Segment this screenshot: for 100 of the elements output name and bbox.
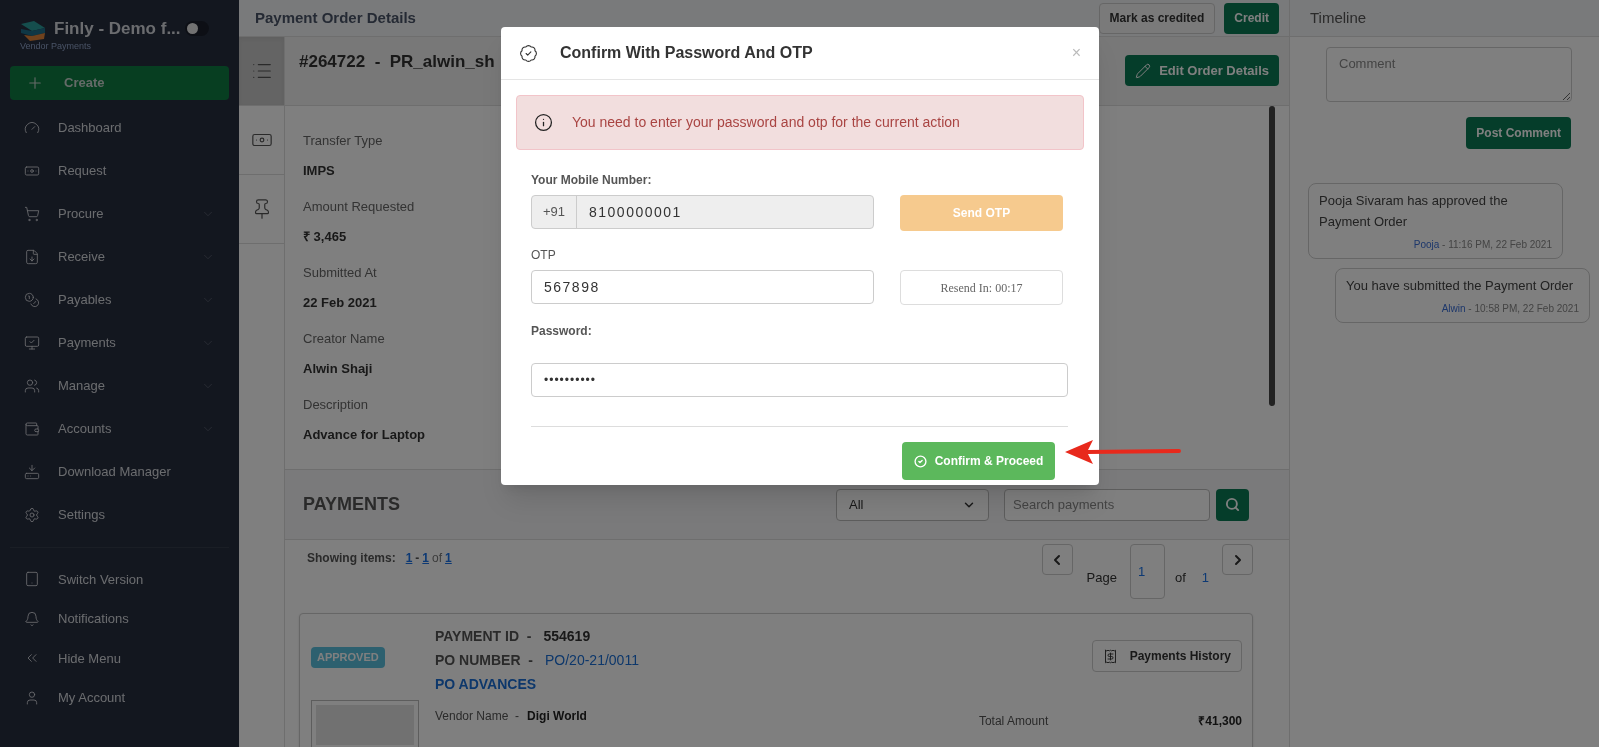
monitor-icon (24, 335, 40, 351)
sidebar-item[interactable]: Settings (0, 493, 239, 537)
users-icon (24, 378, 40, 394)
page-of-text: of (1174, 569, 1186, 587)
sidebar-item[interactable]: My Account (0, 678, 239, 718)
comment-field[interactable]: Comment (1326, 47, 1572, 102)
password-field[interactable]: •••••••••• (531, 363, 1068, 397)
page-label: Page (1086, 569, 1117, 587)
entry-text: Pooja Sivaram has approved the Payment Order (1319, 192, 1509, 231)
entry-text: You have submitted the Payment Order (1346, 277, 1575, 295)
mark-credited-button[interactable]: Mark as credited (1098, 2, 1216, 34)
entry-author: Alwin (1441, 302, 1466, 316)
banknote-icon (24, 163, 40, 179)
sidebar-item[interactable]: Payables (0, 278, 239, 322)
otp-label: OTP (531, 247, 557, 264)
sidebar-item[interactable]: Procure (0, 192, 239, 236)
field-value: IMPS (303, 161, 335, 180)
create-button[interactable]: Create (10, 65, 229, 100)
check-circle-icon (913, 454, 927, 468)
po-number-link[interactable]: PO/20-21/0011 (545, 650, 639, 671)
page-field[interactable]: 1 (1129, 544, 1165, 599)
entry-time: - 10:58 PM, 22 Feb 2021 (1467, 302, 1579, 316)
alert-message: You need to enter your password and otp for the current action (572, 113, 960, 132)
download-file-icon (24, 249, 40, 265)
country-code: +91 (532, 196, 577, 228)
payment-id: 554619 (543, 627, 591, 646)
post-comment-button[interactable]: Post Comment (1466, 117, 1571, 149)
bell-icon (24, 610, 40, 627)
section-title: PAYMENTS (303, 493, 401, 516)
field-value: ₹ 3,465 (303, 227, 347, 246)
total-link[interactable]: 1 (445, 549, 452, 567)
page-title: Payment Order Details (255, 7, 416, 28)
field-value: 22 Feb 2021 (303, 293, 377, 312)
status-badge: APPROVED (311, 647, 385, 668)
sidebar-item[interactable]: Payments (0, 321, 239, 365)
total-amount: ₹41,300 (1198, 713, 1242, 730)
brand-subtitle: Vendor Payments (19, 40, 93, 53)
modal-title: Confirm With Password And OTP (560, 43, 813, 63)
sidebar-item[interactable]: Hide Menu (0, 638, 239, 678)
toggle-switch[interactable] (184, 21, 209, 37)
coins-icon (24, 292, 40, 308)
otp-field[interactable]: 567898 (531, 270, 874, 304)
confirm-button[interactable]: Confirm & Proceed (902, 442, 1055, 480)
vendor-label: Vendor Name - (435, 708, 520, 725)
timeline-title: Timeline (1310, 7, 1367, 28)
po-type: PO ADVANCES (435, 675, 538, 694)
user-icon (24, 689, 40, 706)
range-end-link[interactable]: 1 (422, 549, 430, 567)
search-button[interactable] (1216, 488, 1249, 521)
password-label: Password: (531, 323, 593, 340)
mobile-value: 8100000001 (589, 202, 682, 222)
search-icon (1225, 497, 1240, 512)
order-title: #264722 - PR_alwin_sh (299, 51, 495, 73)
sidebar-item[interactable]: Switch Version (0, 559, 239, 599)
field-label: Submitted At (303, 264, 377, 282)
receipt-icon (1102, 648, 1118, 664)
settings-icon (24, 507, 40, 523)
entry-author: Pooja (1413, 238, 1440, 252)
cart-icon (24, 206, 40, 222)
sidebar-item[interactable]: Notifications (0, 599, 239, 639)
tablet-icon (24, 571, 40, 588)
download-tray-icon (24, 464, 40, 480)
vendor-name: Digi World (527, 708, 587, 725)
dash-text: - (415, 550, 420, 567)
page-total: 1 (1201, 569, 1209, 587)
of-text: of (432, 550, 443, 567)
mobile-field[interactable]: +91 8100000001 (531, 195, 874, 229)
search-field[interactable]: Search payments (1004, 488, 1210, 521)
payment-id-label: PAYMENT ID - (435, 627, 532, 646)
sidebar-item[interactable]: Accounts (0, 407, 239, 451)
field-label: Creator Name (303, 330, 385, 348)
credit-button[interactable]: Credit (1224, 2, 1279, 34)
filter-select[interactable]: All (836, 488, 989, 521)
field-label: Description (303, 396, 369, 414)
field-label: Amount Requested (303, 198, 415, 216)
close-button[interactable]: × (1071, 45, 1081, 61)
payments-history-button[interactable]: Payments History (1091, 640, 1242, 672)
info-icon (534, 113, 553, 132)
field-value: Alwin Shaji (303, 359, 373, 378)
sidebar-item[interactable]: Request (0, 149, 239, 193)
wallet-icon (24, 421, 40, 437)
sidebar-item[interactable]: Receive (0, 235, 239, 279)
total-amount-label: Total Amount (978, 713, 1049, 730)
resend-timer: Resend In: 00:17 (900, 270, 1063, 305)
sidebar-item[interactable]: Manage (0, 364, 239, 408)
gauge-icon (24, 120, 40, 136)
field-value: Advance for Laptop (303, 425, 426, 444)
range-start-link[interactable]: 1 (405, 549, 413, 567)
showing-label: Showing items: (307, 550, 396, 567)
sidebar-item[interactable]: Dashboard (0, 106, 239, 150)
badge-check-icon (519, 43, 538, 63)
previous-page-button[interactable] (1041, 544, 1073, 575)
edit-order-button[interactable]: Edit Order Details (1125, 55, 1279, 86)
sidebar-item[interactable]: Download Manager (0, 450, 239, 494)
pencil-icon (1135, 62, 1152, 79)
scrollbar[interactable] (1269, 106, 1275, 406)
next-page-button[interactable] (1222, 544, 1253, 575)
brand-name: Finly - Demo f... (54, 18, 181, 40)
logo-icon (20, 20, 46, 42)
mobile-label: Your Mobile Number: (531, 172, 653, 189)
